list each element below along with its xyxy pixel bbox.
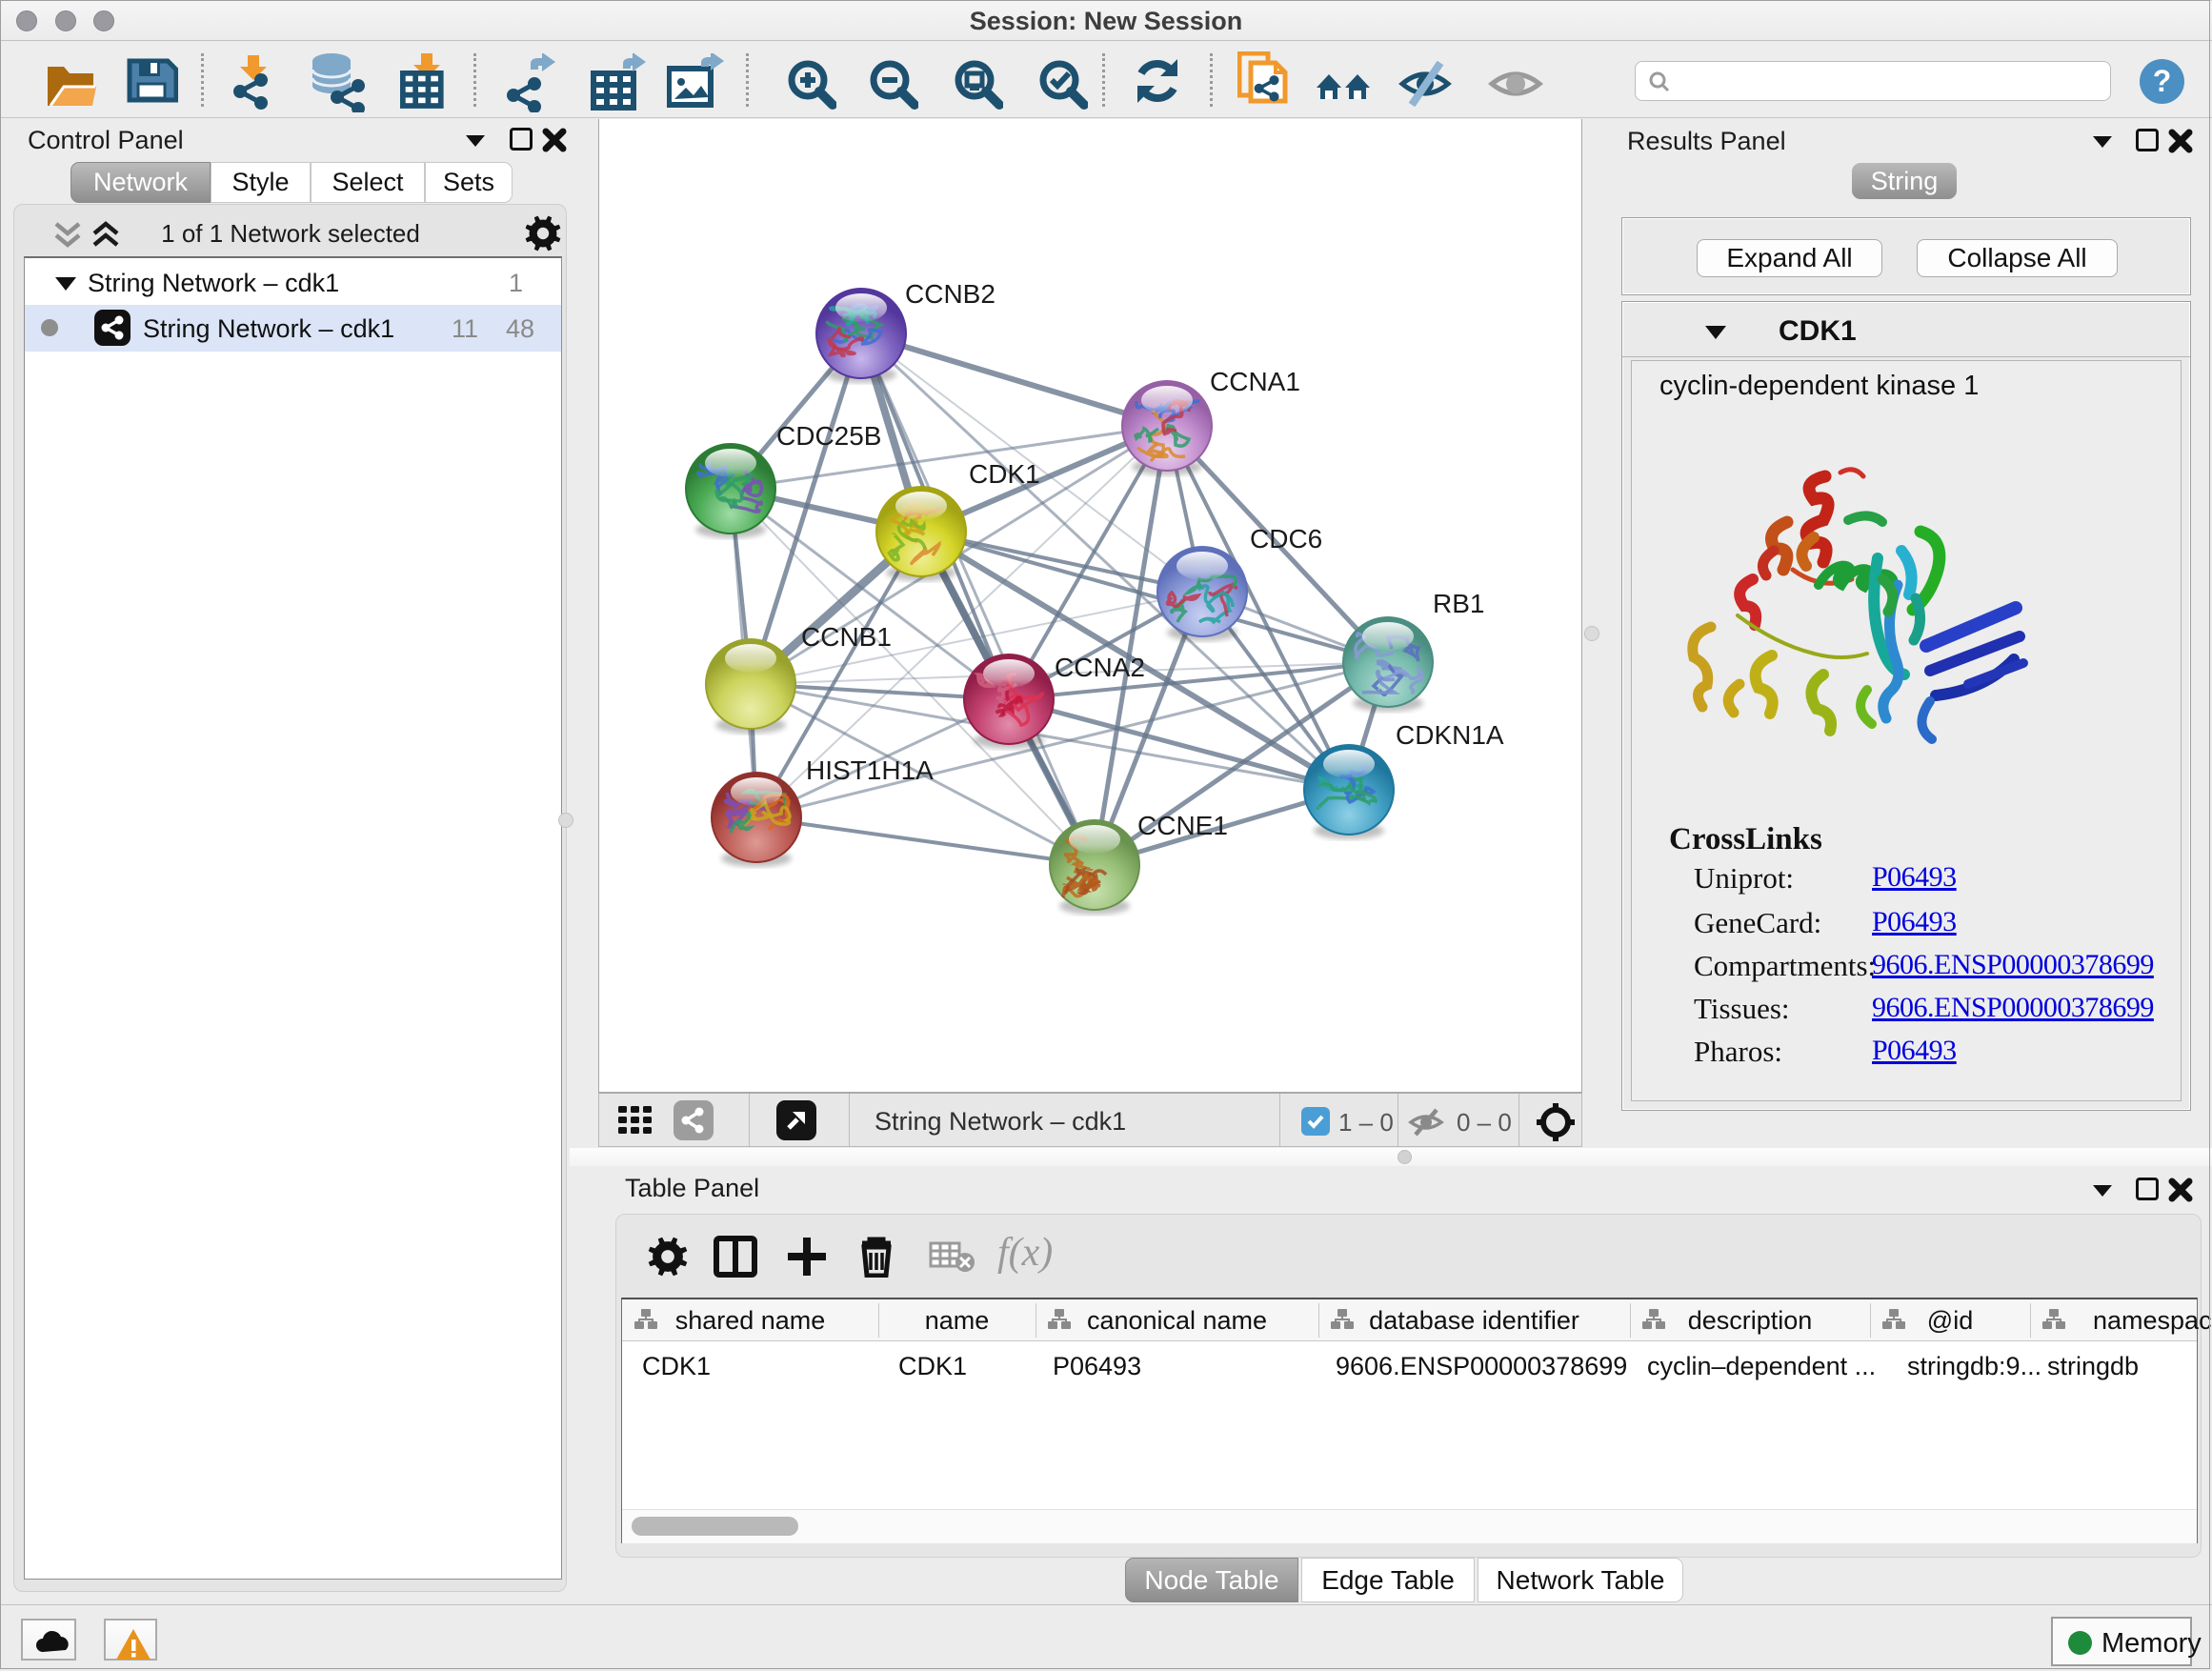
svg-text:CDC6: CDC6 <box>1250 524 1322 554</box>
svg-text:CCNE1: CCNE1 <box>1137 811 1228 840</box>
svg-text:CDK1: CDK1 <box>969 459 1040 489</box>
svg-text:HIST1H1A: HIST1H1A <box>806 755 934 785</box>
svg-text:RB1: RB1 <box>1433 589 1484 618</box>
svg-text:CCNA1: CCNA1 <box>1210 367 1300 396</box>
svg-text:CDC25B: CDC25B <box>776 421 881 451</box>
svg-text:CDKN1A: CDKN1A <box>1396 720 1504 750</box>
svg-text:CCNB2: CCNB2 <box>905 279 995 309</box>
svg-text:CCNB1: CCNB1 <box>801 622 892 652</box>
svg-text:CCNA2: CCNA2 <box>1055 653 1145 682</box>
